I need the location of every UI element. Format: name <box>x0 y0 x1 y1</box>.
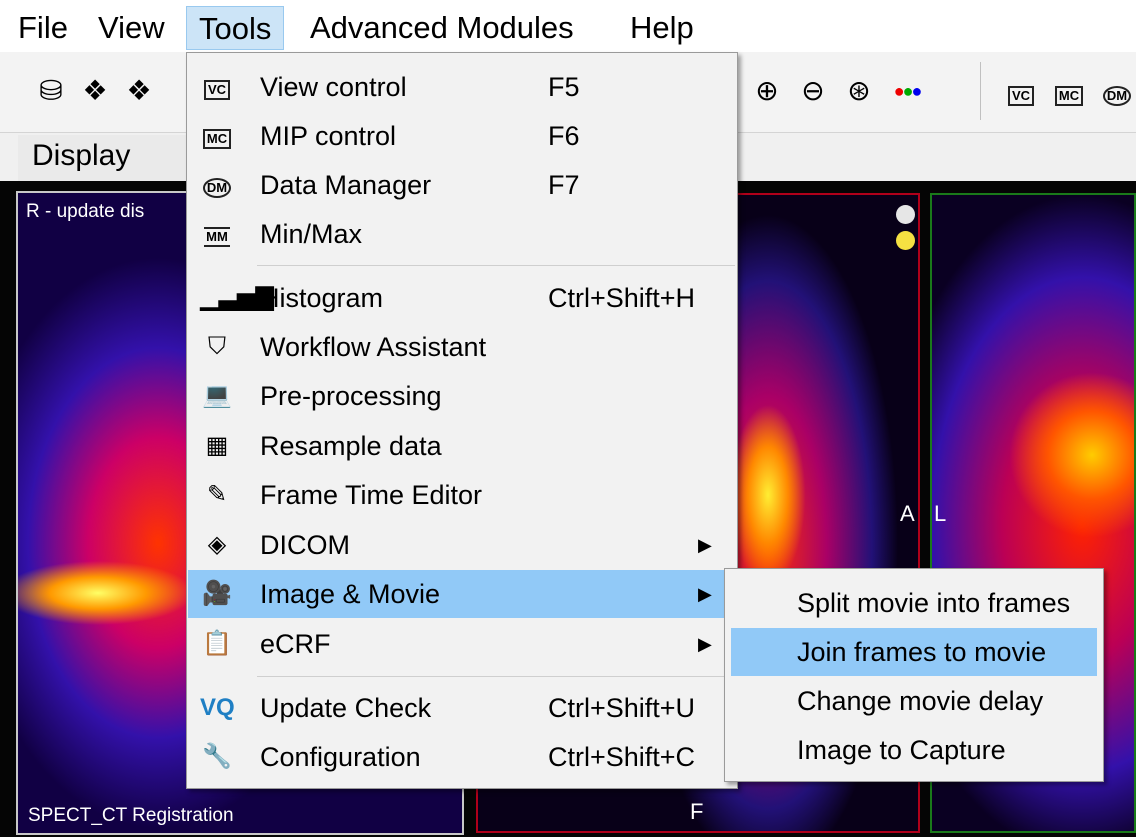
min-max-icon: MM <box>200 217 234 251</box>
menu-item-data-manager[interactable]: DM Data Manager F7 <box>188 161 736 209</box>
menu-item-label: Workflow Assistant <box>260 332 487 362</box>
image-movie-submenu: Split movie into frames Join frames to m… <box>724 568 1104 782</box>
zoom-auto-icon[interactable]: ⊛ <box>842 74 876 108</box>
menu-item-label: Image & Movie <box>260 579 441 609</box>
menu-item-label: eCRF <box>260 629 331 659</box>
menu-item-view-control[interactable]: VC View control F5 <box>188 63 736 111</box>
menu-item-shortcut: Ctrl+Shift+U <box>548 693 696 723</box>
menu-item-shortcut: F5 <box>548 72 580 102</box>
grid-icon: ▦ <box>205 432 229 459</box>
view-control-icon: VC <box>200 70 234 104</box>
pen-icon: ✎ <box>206 481 228 508</box>
menu-item-label: DICOM <box>260 530 350 560</box>
menu-item-label: Resample data <box>260 431 442 461</box>
data-manager-icon[interactable]: DM <box>1100 74 1134 108</box>
dicom-icon: ◈ <box>207 531 227 558</box>
menu-tools[interactable]: Tools <box>186 6 285 50</box>
update-check-icon: VQ <box>200 694 235 721</box>
orientation-label-a: A <box>900 501 915 526</box>
menu-advanced-modules[interactable]: Advanced Modules <box>298 6 586 50</box>
wrench-icon: 🔧 <box>202 743 232 770</box>
menu-item-label: Histogram <box>260 283 384 313</box>
viewport-yellow-dot[interactable] <box>896 231 915 250</box>
submenu-item-label: Change movie delay <box>797 686 1044 716</box>
submenu-item-label: Image to Capture <box>797 735 1006 765</box>
menu-item-label: Frame Time Editor <box>260 480 483 510</box>
menu-item-shortcut: F7 <box>548 170 580 200</box>
orientation-label-f: F <box>690 799 704 824</box>
menu-item-label: Data Manager <box>260 170 432 200</box>
mip-control-icon: MC <box>200 119 234 153</box>
submenu-arrow-icon: ▶ <box>698 634 712 654</box>
submenu-item-label: Split movie into frames <box>797 588 1071 618</box>
submenu-item-change-delay[interactable]: Change movie delay <box>731 677 1097 725</box>
laptop-icon: 💻 <box>202 382 232 409</box>
menu-help[interactable]: Help <box>618 6 706 50</box>
submenu-arrow-icon: ▶ <box>698 584 712 604</box>
menu-item-shortcut: F6 <box>548 121 580 151</box>
menu-item-label: View control <box>260 72 407 102</box>
submenu-item-join-frames[interactable]: Join frames to movie <box>731 628 1097 676</box>
menu-item-shortcut: Ctrl+Shift+C <box>548 742 696 772</box>
menu-item-pre-processing[interactable]: 💻 Pre-processing <box>188 372 736 420</box>
menu-item-frame-time-editor[interactable]: ✎ Frame Time Editor <box>188 471 736 519</box>
menu-item-min-max[interactable]: MM Min/Max <box>188 210 736 258</box>
menu-file[interactable]: File <box>6 6 80 50</box>
menu-item-image-movie[interactable]: 🎥 Image & Movie ▶ <box>188 570 736 618</box>
menu-item-label: Configuration <box>260 742 421 772</box>
menu-item-update-check[interactable]: VQ Update Check Ctrl+Shift+U <box>188 684 736 732</box>
viewport-registration-label: SPECT_CT Registration <box>28 805 234 826</box>
zoom-in-icon[interactable]: ⊕ <box>750 74 784 108</box>
menu-item-dicom[interactable]: ◈ DICOM ▶ <box>188 521 736 569</box>
clipboard-icon: 📋 <box>202 630 232 657</box>
toolbar-separator <box>980 62 981 120</box>
histogram-icon: ▁▃▅▇ <box>200 284 274 311</box>
viewport-overlay-text: R - update dis <box>26 201 145 222</box>
menu-item-label: Update Check <box>260 693 432 723</box>
color-palette-icon[interactable]: ●●● <box>890 74 924 108</box>
menu-view[interactable]: View <box>86 6 177 50</box>
data-manager-icon: DM <box>200 168 234 202</box>
menu-item-shortcut: Ctrl+Shift+H <box>548 283 696 313</box>
menu-item-resample-data[interactable]: ▦ Resample data <box>188 422 736 470</box>
orientation-label-l: L <box>934 501 947 526</box>
mip-control-icon[interactable]: MC <box>1052 74 1086 108</box>
menu-item-mip-control[interactable]: MC MIP control F6 <box>188 112 736 160</box>
layers-add-icon[interactable]: ❖ <box>122 74 156 108</box>
menu-item-configuration[interactable]: 🔧 Configuration Ctrl+Shift+C <box>188 733 736 781</box>
display-tab-label: Display <box>32 139 131 172</box>
viewport-white-dot[interactable] <box>896 205 915 224</box>
menu-item-label: Min/Max <box>260 219 363 249</box>
menu-separator <box>257 265 735 266</box>
zoom-out-icon[interactable]: ⊖ <box>796 74 830 108</box>
menu-item-histogram[interactable]: ▁▃▅▇ Histogram Ctrl+Shift+H <box>188 274 736 322</box>
menu-item-label: MIP control <box>260 121 397 151</box>
menu-separator <box>257 676 735 677</box>
database-icon[interactable]: ⛁ <box>34 74 68 108</box>
submenu-item-split-movie[interactable]: Split movie into frames <box>731 579 1097 627</box>
submenu-item-label: Join frames to movie <box>797 637 1047 667</box>
workflow-assistant-icon: ⛉ <box>208 333 226 360</box>
submenu-item-image-to-capture[interactable]: Image to Capture <box>731 726 1097 774</box>
submenu-arrow-icon: ▶ <box>698 535 712 555</box>
movie-camera-icon: 🎥 <box>202 580 232 607</box>
tools-menu: VC View control F5 MC MIP control F6 DM … <box>186 52 738 789</box>
menu-item-workflow-assistant[interactable]: ⛉ Workflow Assistant <box>188 323 736 371</box>
menu-item-label: Pre-processing <box>260 381 442 411</box>
view-control-icon[interactable]: VC <box>1004 74 1038 108</box>
menu-item-ecrf[interactable]: 📋 eCRF ▶ <box>188 620 736 668</box>
layers-1-icon[interactable]: ❖ <box>78 74 112 108</box>
menu-bar: File View Tools Advanced Modules Help <box>0 0 1136 52</box>
